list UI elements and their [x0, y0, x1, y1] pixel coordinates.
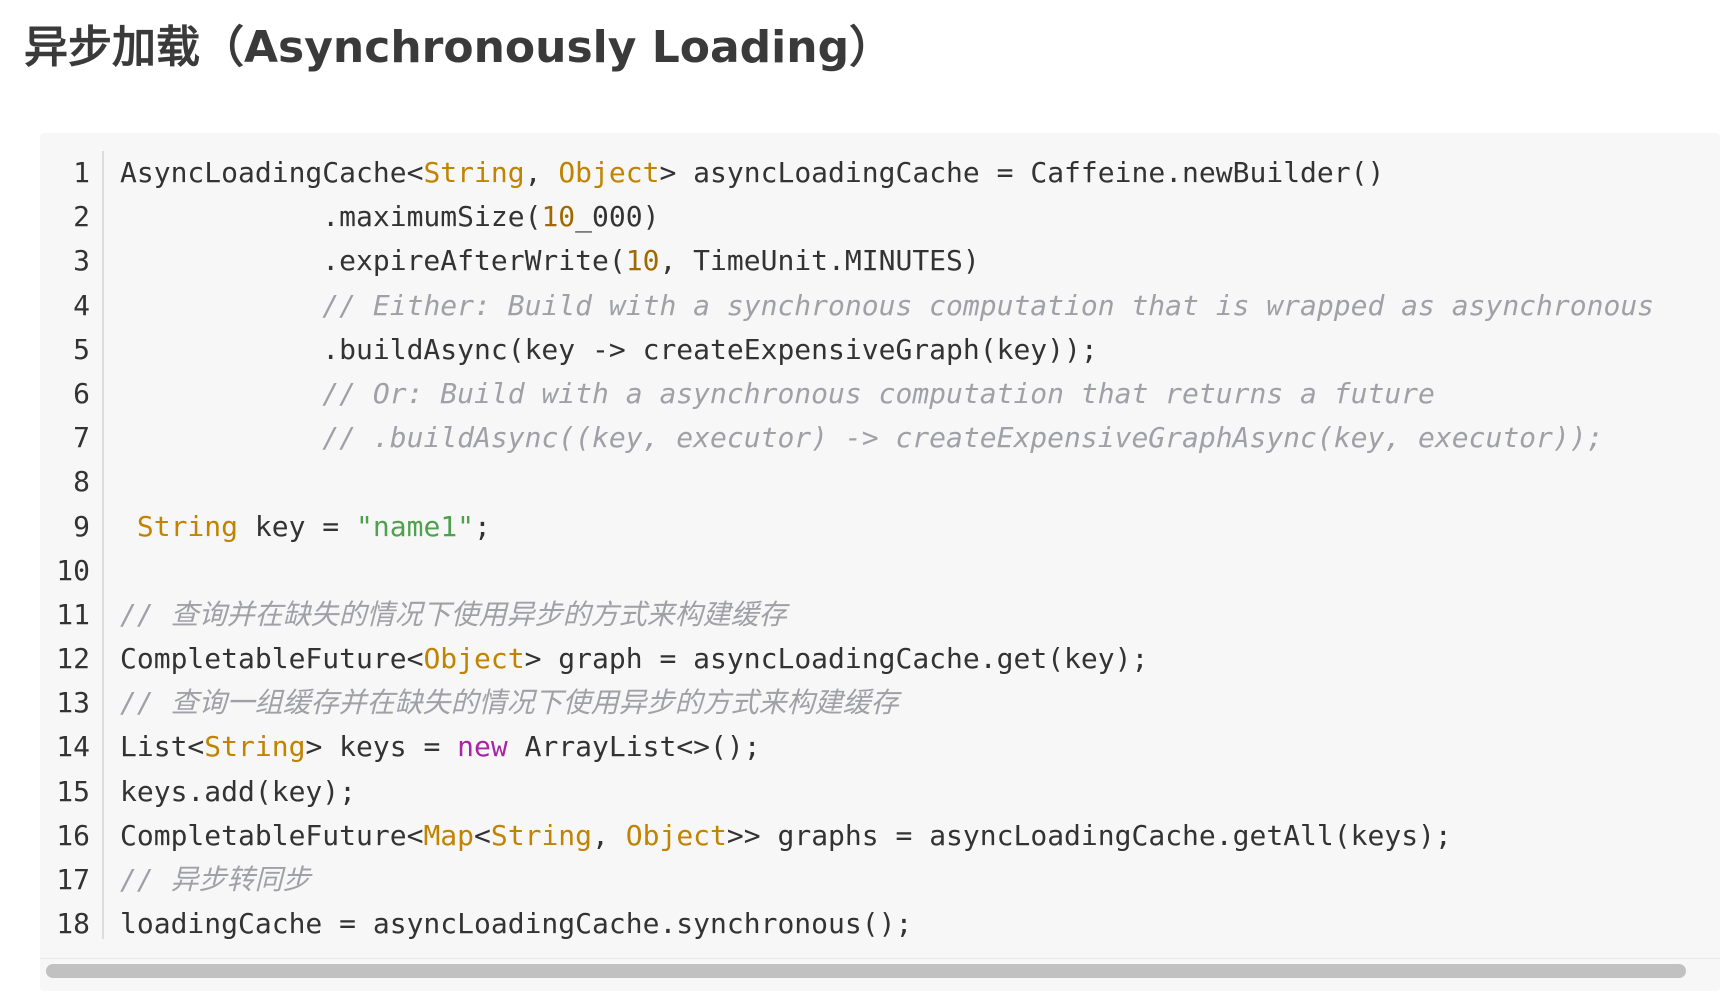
code-line: // 查询一组缓存并在缺失的情况下使用异步的方式来构建缓存 — [120, 681, 1720, 725]
code-line: // Either: Build with a synchronous comp… — [120, 284, 1720, 328]
code-token-type: String — [490, 818, 593, 852]
line-number-gutter: 1 2 3 4 5 6 7 8 9 10 11 12 13 14 15 16 17 18 — [40, 151, 104, 940]
line-number: 7 — [73, 421, 90, 455]
code-token-plain: _000) — [575, 200, 660, 234]
code-token-type: Map — [423, 818, 475, 852]
code-token-plain: >> graphs = asyncLoadingCache.getAll(key… — [726, 818, 1452, 852]
line-number: 2 — [73, 200, 90, 234]
code-token-plain: < — [474, 818, 491, 852]
line-number: 12 — [56, 642, 90, 676]
code-token-comment: // Either: Build with a synchronous comp… — [322, 288, 1655, 322]
code-token-comment: // Or: Build with a asynchronous computa… — [322, 376, 1435, 410]
code-token-number: 10 — [625, 244, 660, 278]
code-token-plain: > graph = asyncLoadingCache.get(key); — [524, 642, 1149, 676]
line-number: 1 — [73, 156, 90, 189]
code-token-comment: // 异步转同步 — [120, 863, 311, 896]
code-token-plain: > keys = — [305, 730, 458, 764]
code-token-type: Object — [423, 642, 525, 676]
line-number: 5 — [73, 332, 90, 366]
code-token-type: String — [423, 156, 525, 189]
code-token-comment: // 查询并在缺失的情况下使用异步的方式来构建缓存 — [120, 597, 787, 631]
code-token-plain: .buildAsync(key -> createExpensiveGraph(… — [120, 332, 1098, 366]
code-token-comment: // 查询一组缓存并在缺失的情况下使用异步的方式来构建缓存 — [120, 686, 899, 720]
code-token-type: String — [136, 509, 239, 543]
code-line: List<String> keys = new ArrayList<>(); — [120, 725, 1720, 769]
code-token-type: Object — [558, 156, 660, 189]
line-number: 17 — [56, 863, 90, 896]
code-line: // 查询并在缺失的情况下使用异步的方式来构建缓存 — [120, 593, 1720, 637]
line-number: 11 — [56, 597, 90, 631]
line-number: 4 — [73, 288, 90, 322]
code-token-plain: ; — [474, 509, 491, 543]
code-token-plain: , TimeUnit.MINUTES) — [659, 244, 980, 278]
code-token-plain: , — [524, 156, 559, 189]
code-token-type: Object — [625, 818, 727, 852]
line-number: 8 — [73, 465, 90, 499]
code-token-plain: , — [592, 818, 626, 852]
code-token-type: String — [204, 730, 306, 764]
line-number: 6 — [73, 376, 90, 410]
code-token-number: 10 — [541, 200, 576, 234]
code-line: CompletableFuture<Object> graph = asyncL… — [120, 637, 1720, 681]
code-line: // 异步转同步 — [120, 858, 1720, 902]
line-number: 15 — [56, 774, 90, 808]
page-title: 异步加载（Asynchronously Loading） — [24, 22, 894, 73]
code-token-string: "name1" — [356, 509, 475, 543]
code-token-plain: AsyncLoadingCache< — [120, 156, 424, 189]
code-line: loadingCache = asyncLoadingCache.synchro… — [120, 902, 1720, 946]
code-line: // .buildAsync((key, executor) -> create… — [120, 416, 1720, 460]
code-token-plain: ArrayList<>(); — [507, 730, 761, 764]
code-token-plain: CompletableFuture< — [120, 818, 424, 852]
code-token-comment: // .buildAsync((key, executor) -> create… — [322, 421, 1604, 455]
scrollbar-thumb[interactable] — [46, 964, 1686, 978]
code-line: AsyncLoadingCache<String, Object> asyncL… — [120, 151, 1720, 195]
line-number: 18 — [56, 907, 90, 941]
code-token-plain: CompletableFuture< — [120, 642, 424, 676]
code-line: .maximumSize(10_000) — [120, 195, 1720, 239]
code-token-plain: List< — [120, 730, 205, 764]
code-line: // Or: Build with a asynchronous computa… — [120, 372, 1720, 416]
line-number: 10 — [56, 553, 90, 587]
code-line: keys.add(key); — [120, 770, 1720, 814]
code-block: 1 2 3 4 5 6 7 8 9 10 11 12 13 14 15 16 17 18 AsyncLoading… — [40, 133, 1720, 991]
code-token-plain: > asyncLoadingCache = Caffeine.newBuilde… — [659, 156, 1385, 189]
code-token-keyword: new — [457, 730, 508, 764]
horizontal-scrollbar[interactable] — [40, 958, 1720, 981]
code-token-plain: loadingCache = asyncLoadingCache.synchro… — [120, 907, 913, 941]
code-line: String key = "name1"; — [120, 505, 1720, 549]
code-content: 1 2 3 4 5 6 7 8 9 10 11 12 13 14 15 16 17 18 AsyncLoading… — [40, 151, 1720, 940]
code-token-plain: .maximumSize( — [120, 200, 542, 234]
line-number: 16 — [56, 818, 90, 852]
line-number: 3 — [73, 244, 90, 278]
code-lines: AsyncLoadingCache<String, Object> asyncL… — [120, 151, 1720, 940]
code-token-plain: key = — [238, 509, 357, 543]
line-number: 13 — [56, 686, 90, 720]
code-line: .expireAfterWrite(10, TimeUnit.MINUTES) — [120, 239, 1720, 283]
code-line: CompletableFuture<Map<String, Object>> g… — [120, 814, 1720, 858]
code-token-plain: keys.add(key); — [120, 774, 357, 808]
code-token-plain: .expireAfterWrite( — [120, 244, 626, 278]
line-number: 14 — [56, 730, 90, 764]
line-number: 9 — [73, 509, 90, 543]
code-line: .buildAsync(key -> createExpensiveGraph(… — [120, 328, 1720, 372]
